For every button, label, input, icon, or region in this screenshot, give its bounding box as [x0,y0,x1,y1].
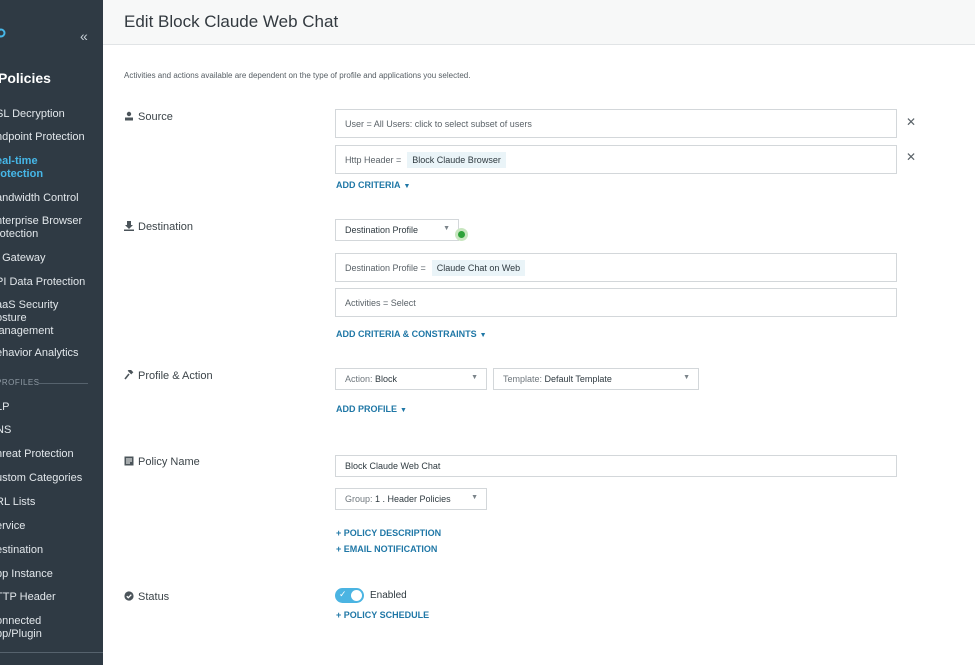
action-select[interactable]: Action: Block ▼ [335,368,487,390]
page-header: Edit Block Claude Web Chat [103,0,975,45]
add-criteria-constraints-label: ADD CRITERIA & CONSTRAINTS [336,329,477,339]
sidebar-item-enterprise-browser-protection[interactable]: nterprise Browser rotection [0,215,82,241]
status-toggle[interactable]: ✓ [335,588,364,603]
activities-text: Activities = Select [345,297,416,308]
sidebar-item-bandwidth-control[interactable]: andwidth Control [0,192,79,205]
sidebar-title: Policies [0,70,51,86]
logo-icon [0,28,8,42]
sidebar-item-ai-gateway[interactable]: I Gateway [0,252,46,265]
sidebar-item-behavior-analytics[interactable]: ehavior Analytics [0,347,79,360]
group-select[interactable]: Group: 1 . Header Policies ▼ [335,488,487,510]
add-criteria-constraints-link[interactable]: ADD CRITERIA & CONSTRAINTS ▼ [336,329,487,339]
gavel-icon [124,368,134,382]
status-label-text: Status [138,591,170,603]
policy-schedule-link[interactable]: + POLICY SCHEDULE [336,610,429,620]
template-prefix: Template: [503,374,543,384]
check-circle-icon [124,591,134,603]
source-user-text: User = All Users: click to select subset… [345,118,532,129]
caret-down-icon: ▼ [443,225,450,232]
sidebar-item-endpoint-protection[interactable]: ndpoint Protection [0,131,85,144]
policy-name-input[interactable]: Block Claude Web Chat [335,455,897,477]
source-user-field[interactable]: User = All Users: click to select subset… [335,109,897,138]
group-prefix: Group: [345,494,373,504]
sidebar-item-connected-app-plugin[interactable]: onnected pp/Plugin [0,615,42,641]
destination-type-value: Destination Profile [345,225,419,235]
action-prefix: Action: [345,374,373,384]
sidebar-item-app-instance[interactable]: pp Instance [0,568,53,581]
activities-field[interactable]: Activities = Select [335,288,897,317]
destination-profile-chip[interactable]: Claude Chat on Web [431,259,526,276]
profile-action-label-text: Profile & Action [138,370,213,382]
intro-text: Activities and actions available are dep… [124,71,471,80]
destination-profile-field[interactable]: Destination Profile = Claude Chat on Web [335,253,897,282]
divider [38,383,88,384]
email-notification-link[interactable]: + EMAIL NOTIFICATION [336,544,437,554]
http-header-prefix: Http Header = [345,154,402,165]
caret-down-icon: ▼ [400,407,407,414]
destination-label-text: Destination [138,221,194,233]
add-profile-label: ADD PROFILE [336,404,398,414]
sidebar-item-http-header[interactable]: TTP Header [0,591,56,604]
group-value: 1 . Header Policies [375,494,451,504]
sidebar-item-custom-categories[interactable]: ustom Categories [0,472,82,485]
source-label-text: Source [138,111,173,123]
caret-down-icon: ▼ [471,374,478,381]
user-icon [124,111,134,123]
remove-user-criteria-icon[interactable]: ✕ [906,115,916,129]
policy-description-link[interactable]: + POLICY DESCRIPTION [336,528,441,538]
caret-down-icon: ▼ [403,183,411,190]
profile-action-label: Profile & Action [124,368,213,382]
policy-name-label-text: Policy Name [138,456,200,468]
toggle-knob [351,590,362,601]
action-value: Block [375,374,398,384]
sidebar-item-threat-protection[interactable]: hreat Protection [0,448,74,461]
remove-http-header-icon[interactable]: ✕ [906,150,916,164]
sidebar-item-real-time-protection[interactable]: eal-time rotection [0,155,43,181]
caret-down-icon: ▼ [471,494,478,501]
policy-name-value: Block Claude Web Chat [345,461,441,471]
sidebar-item-saas-security-posture[interactable]: aaS Security osture lanagement [0,299,58,338]
collapse-sidebar-icon[interactable]: « [80,28,88,44]
caret-down-icon: ▼ [479,332,487,339]
sidebar-item-api-data-protection[interactable]: PI Data Protection [0,276,85,289]
download-icon [124,221,134,233]
check-icon: ✓ [339,589,347,599]
sidebar-item-dlp[interactable]: LP [0,401,9,414]
destination-type-select[interactable]: Destination Profile ▼ [335,219,459,241]
status-label: Status [124,591,169,603]
add-criteria-label: ADD CRITERIA [336,180,401,190]
policy-name-label: Policy Name [124,456,200,468]
status-dot [455,228,468,241]
destination-label: Destination [124,221,193,233]
http-header-chip[interactable]: Block Claude Browser [407,151,506,168]
sidebar-item-ssl-decryption[interactable]: SL Decryption [0,108,65,121]
source-label: Source [124,111,173,123]
sidebar-item-destination[interactable]: estination [0,544,43,557]
page-title: Edit Block Claude Web Chat [124,12,339,31]
divider [0,652,103,653]
document-icon [124,456,134,468]
sidebar-item-url-lists[interactable]: RL Lists [0,496,35,509]
template-value: Default Template [544,374,612,384]
profiles-section-heading: PROFILES [0,378,40,387]
sidebar-item-service[interactable]: ervice [0,520,25,533]
sidebar: « Policies SL Decryption ndpoint Protect… [0,0,103,665]
source-http-header-field[interactable]: Http Header = Block Claude Browser [335,145,897,174]
sidebar-item-dns[interactable]: NS [0,424,11,437]
caret-down-icon: ▼ [683,374,690,381]
add-criteria-link[interactable]: ADD CRITERIA ▼ [336,180,410,190]
destination-profile-prefix: Destination Profile = [345,262,426,273]
add-profile-link[interactable]: ADD PROFILE ▼ [336,404,407,414]
template-select[interactable]: Template: Default Template ▼ [493,368,699,390]
status-toggle-label: Enabled [370,590,407,601]
